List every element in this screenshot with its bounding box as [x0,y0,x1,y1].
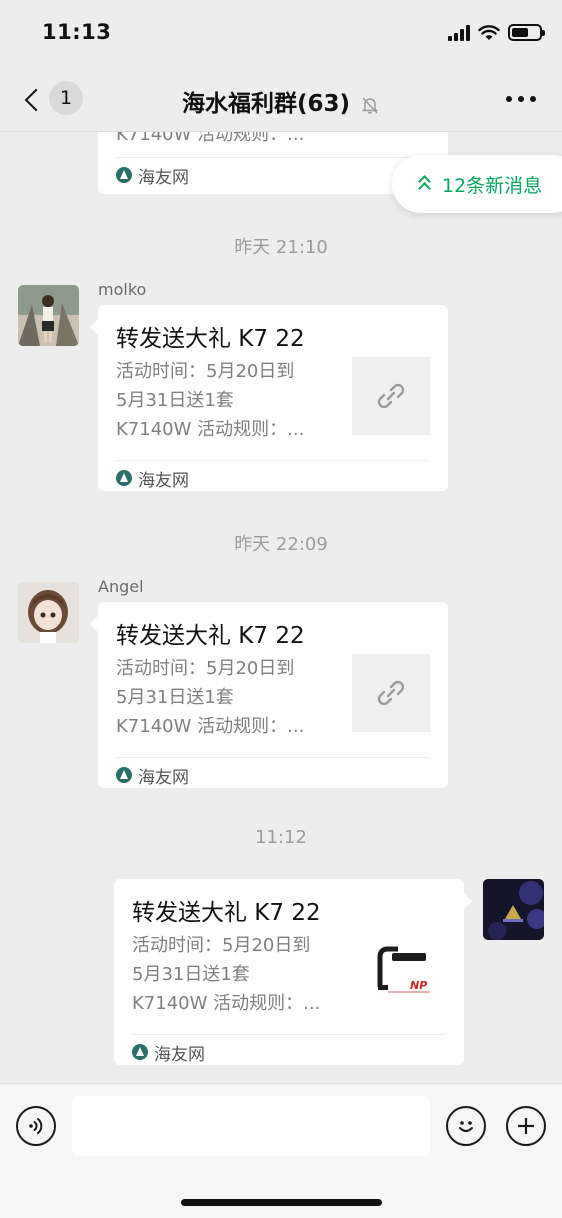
message-card[interactable]: 转发送大礼 K7 22 活动时间：5月20日到 5月31日送1套 K7140W … [114,879,472,1065]
card-title: 转发送大礼 K7 22 [132,900,321,926]
card-desc-line: 5月31日送1套 [116,687,234,708]
plus-button[interactable] [506,1106,546,1146]
card-thumbnail [352,357,430,435]
card-source: 海友网 [132,1039,205,1065]
link-icon [377,680,405,706]
card-source: 海友网 [116,465,189,491]
card-thumbnail: NP [368,931,446,1009]
card-source: 海友网 [116,762,189,788]
card-title: 转发送大礼 K7 22 [116,623,305,649]
nav-bar: 1 海水福利群(63) [0,66,562,132]
card-divider [132,1034,446,1035]
card-source-name: 海友网 [154,1044,205,1065]
thumb-brand-text: NP [410,979,427,992]
card-description: K7140W 活动规则：... [116,132,416,149]
more-icon [506,96,512,102]
timestamp: 昨天 22:09 [234,534,328,555]
emoji-button[interactable] [446,1106,486,1146]
input-bar [0,1083,562,1218]
source-logo-icon [116,167,132,183]
message-input[interactable] [72,1096,430,1156]
source-logo-icon [116,767,132,783]
new-messages-button[interactable]: 12条新消息 [392,155,562,213]
link-icon [377,383,405,409]
card-desc-line: K7140W 活动规则：... [132,993,321,1014]
avatar[interactable] [483,879,544,940]
card-desc-line: 活动时间：5月20日到 [132,935,311,956]
card-desc-line: K7140W 活动规则：... [116,716,305,737]
chat-title: 海水福利群(63) [0,84,562,118]
avatar[interactable] [18,582,79,643]
chat-area[interactable]: K7140W 活动规则：... 海友网 12条新消息 昨天 21:10 molk… [0,132,562,1083]
card-desc-line: K7140W 活动规则：... [116,419,305,440]
card-desc-line: 5月31日送1套 [132,964,250,985]
emoji-icon [459,1121,473,1132]
more-button[interactable] [506,96,536,102]
card-source-name: 海友网 [138,167,189,188]
battery-icon [508,24,545,41]
voice-icon [29,1118,43,1134]
card-divider [116,757,430,758]
plus-icon [518,1118,534,1134]
status-time: 11:13 [42,20,112,44]
card-source: 海友网 [116,162,189,188]
card-divider [116,157,430,158]
signal-icon [448,24,470,41]
card-desc-line: K7140W 活动规则：... [116,132,305,145]
home-indicator [181,1199,382,1206]
source-logo-icon [132,1044,148,1060]
timestamp: 11:12 [255,827,307,848]
mute-bell-icon [361,96,379,114]
new-messages-label: 12条新消息 [442,174,543,197]
source-logo-icon [116,470,132,486]
status-bar: 11:13 [0,0,562,66]
card-desc-line: 活动时间：5月20日到 [116,658,295,679]
card-description: 活动时间：5月20日到 5月31日送1套 K7140W 活动规则：... [132,931,352,1018]
card-source-name: 海友网 [138,767,189,788]
card-divider [116,460,430,461]
card-desc-line: 活动时间：5月20日到 [116,361,295,382]
message-card[interactable]: 转发送大礼 K7 22 活动时间：5月20日到 5月31日送1套 K7140W … [90,305,448,491]
status-icons [448,24,545,41]
sender-name: molko [98,280,147,299]
card-description: 活动时间：5月20日到 5月31日送1套 K7140W 活动规则：... [116,654,336,741]
card-desc-line: 5月31日送1套 [116,390,234,411]
card-title: 转发送大礼 K7 22 [116,326,305,352]
card-description: 活动时间：5月20日到 5月31日送1套 K7140W 活动规则：... [116,357,336,444]
card-thumbnail [352,654,430,732]
timestamp: 昨天 21:10 [234,237,328,258]
double-chevron-up-icon [418,175,432,195]
voice-button[interactable] [16,1106,56,1146]
chat-title-text: 海水福利群(63) [181,91,350,117]
avatar[interactable] [18,285,79,346]
card-source-name: 海友网 [138,470,189,491]
sender-name: Angel [98,577,144,596]
message-card[interactable]: 转发送大礼 K7 22 活动时间：5月20日到 5月31日送1套 K7140W … [90,602,448,788]
lamp-product-image: NP [377,946,430,993]
wifi-icon [478,24,500,40]
